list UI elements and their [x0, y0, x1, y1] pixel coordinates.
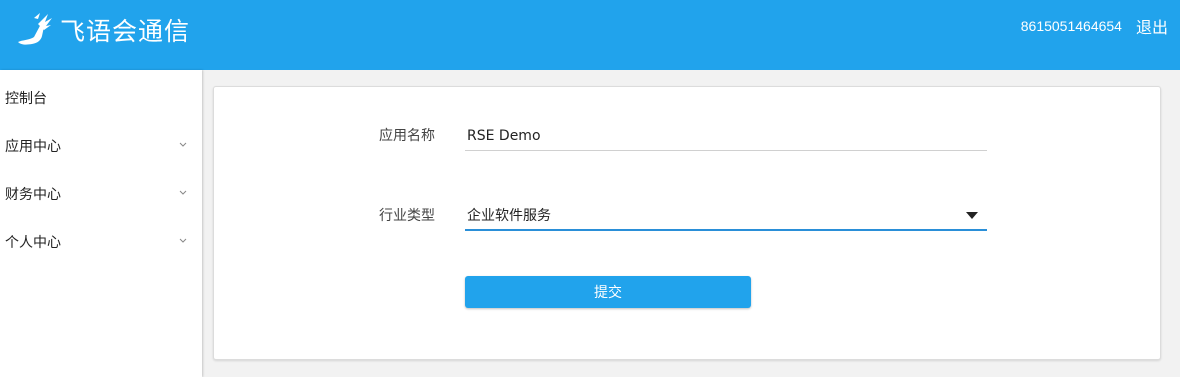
dropdown-caret-icon: [966, 212, 978, 219]
chevron-down-icon: [179, 142, 187, 147]
submit-button[interactable]: 提交: [465, 276, 751, 308]
logout-link[interactable]: 退出: [1136, 14, 1168, 38]
sidebar-nav: 控制台 应用中心 财务中心 个人中心: [0, 70, 202, 377]
sidebar-item-label: 控制台: [5, 91, 47, 107]
sidebar-item-console[interactable]: 控制台: [0, 74, 202, 122]
industry-type-label: 行业类型: [379, 208, 435, 224]
logo-text: 飞语会通信: [60, 17, 191, 46]
app-logo[interactable]: 飞语会通信: [12, 10, 190, 50]
sidebar-item-app-center[interactable]: 应用中心: [0, 122, 202, 170]
industry-type-value: 企业软件服务: [467, 208, 551, 224]
sidebar-item-label: 个人中心: [5, 235, 61, 251]
app-name-input[interactable]: RSE Demo: [465, 121, 987, 151]
top-header: 飞语会通信 8615051464654 退出: [0, 0, 1180, 70]
sidebar-item-finance-center[interactable]: 财务中心: [0, 170, 202, 218]
app-form-card: 应用名称 RSE Demo 行业类型 企业软件服务 提交: [213, 86, 1161, 360]
sidebar-item-label: 财务中心: [5, 187, 61, 203]
app-name-label: 应用名称: [379, 128, 435, 144]
winged-shoe-logo-icon: [18, 13, 52, 45]
industry-type-select[interactable]: 企业软件服务: [465, 201, 987, 231]
user-phone: 8615051464654: [1020, 18, 1122, 34]
chevron-down-icon: [179, 190, 187, 195]
sidebar-item-personal-center[interactable]: 个人中心: [0, 218, 202, 266]
sidebar-item-label: 应用中心: [5, 139, 61, 155]
chevron-down-icon: [179, 238, 187, 243]
user-area: 8615051464654 退出: [1021, 14, 1168, 38]
app-name-value: RSE Demo: [467, 127, 541, 144]
